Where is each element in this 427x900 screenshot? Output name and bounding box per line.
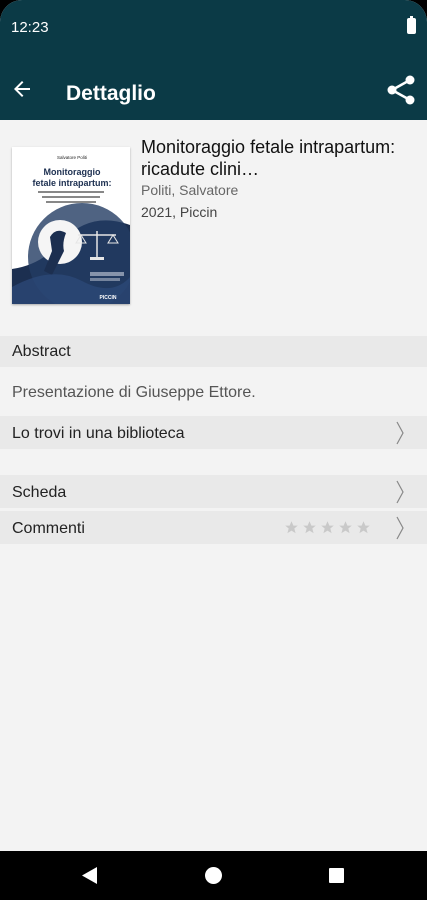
comments-row[interactable]: Commenti xyxy=(0,511,427,544)
star-icon xyxy=(303,521,316,534)
rating-stars xyxy=(284,520,371,535)
library-label: Lo trovi in una biblioteca xyxy=(12,425,185,442)
book-cover[interactable]: Salvatore Politi Monitoraggio fetale int… xyxy=(12,147,130,304)
scheda-row[interactable]: Scheda xyxy=(0,475,427,508)
cover-title-line1: Monitoraggio xyxy=(44,167,101,177)
page-title: Dettaglio xyxy=(66,82,156,105)
scheda-label: Scheda xyxy=(12,484,67,501)
cover-title-line2: fetale intrapartum: xyxy=(32,178,111,188)
back-arrow-icon[interactable] xyxy=(10,77,34,101)
status-bar: 12:23 xyxy=(0,0,427,58)
phone-screen: 12:23 Dettaglio Salvatore Politi Monitor… xyxy=(0,0,427,900)
abstract-text: Presentazione di Giuseppe Ettore. xyxy=(12,384,256,401)
cover-publisher: PICCIN xyxy=(100,295,117,301)
star-icon xyxy=(339,521,352,534)
star-icon xyxy=(285,521,298,534)
battery-icon xyxy=(407,16,416,34)
system-nav-bar xyxy=(0,851,427,900)
book-author[interactable]: Politi, Salvatore xyxy=(141,182,238,198)
share-icon[interactable] xyxy=(385,74,417,106)
book-title: Monitoraggio fetale intrapartum: ricadut… xyxy=(141,137,396,179)
chevron-right-icon xyxy=(396,516,404,540)
star-icon xyxy=(357,521,370,534)
abstract-header: Abstract xyxy=(0,336,427,367)
chevron-right-icon xyxy=(396,421,404,445)
star-icon xyxy=(321,521,334,534)
book-publication: 2021, Piccin xyxy=(141,204,218,220)
chevron-right-icon xyxy=(396,480,404,504)
book-header: Salvatore Politi Monitoraggio fetale int… xyxy=(0,120,427,330)
comments-label: Commenti xyxy=(12,520,85,537)
status-time: 12:23 xyxy=(11,19,49,36)
cover-author: Salvatore Politi xyxy=(57,155,87,160)
library-row[interactable]: Lo trovi in una biblioteca xyxy=(0,416,427,449)
nav-recents-icon[interactable] xyxy=(329,868,344,883)
abstract-label: Abstract xyxy=(12,343,71,360)
nav-home-icon[interactable] xyxy=(205,867,222,884)
cover-art: Salvatore Politi Monitoraggio fetale int… xyxy=(12,147,130,304)
app-bar: Dettaglio xyxy=(0,58,427,120)
nav-back-icon[interactable] xyxy=(82,867,98,884)
